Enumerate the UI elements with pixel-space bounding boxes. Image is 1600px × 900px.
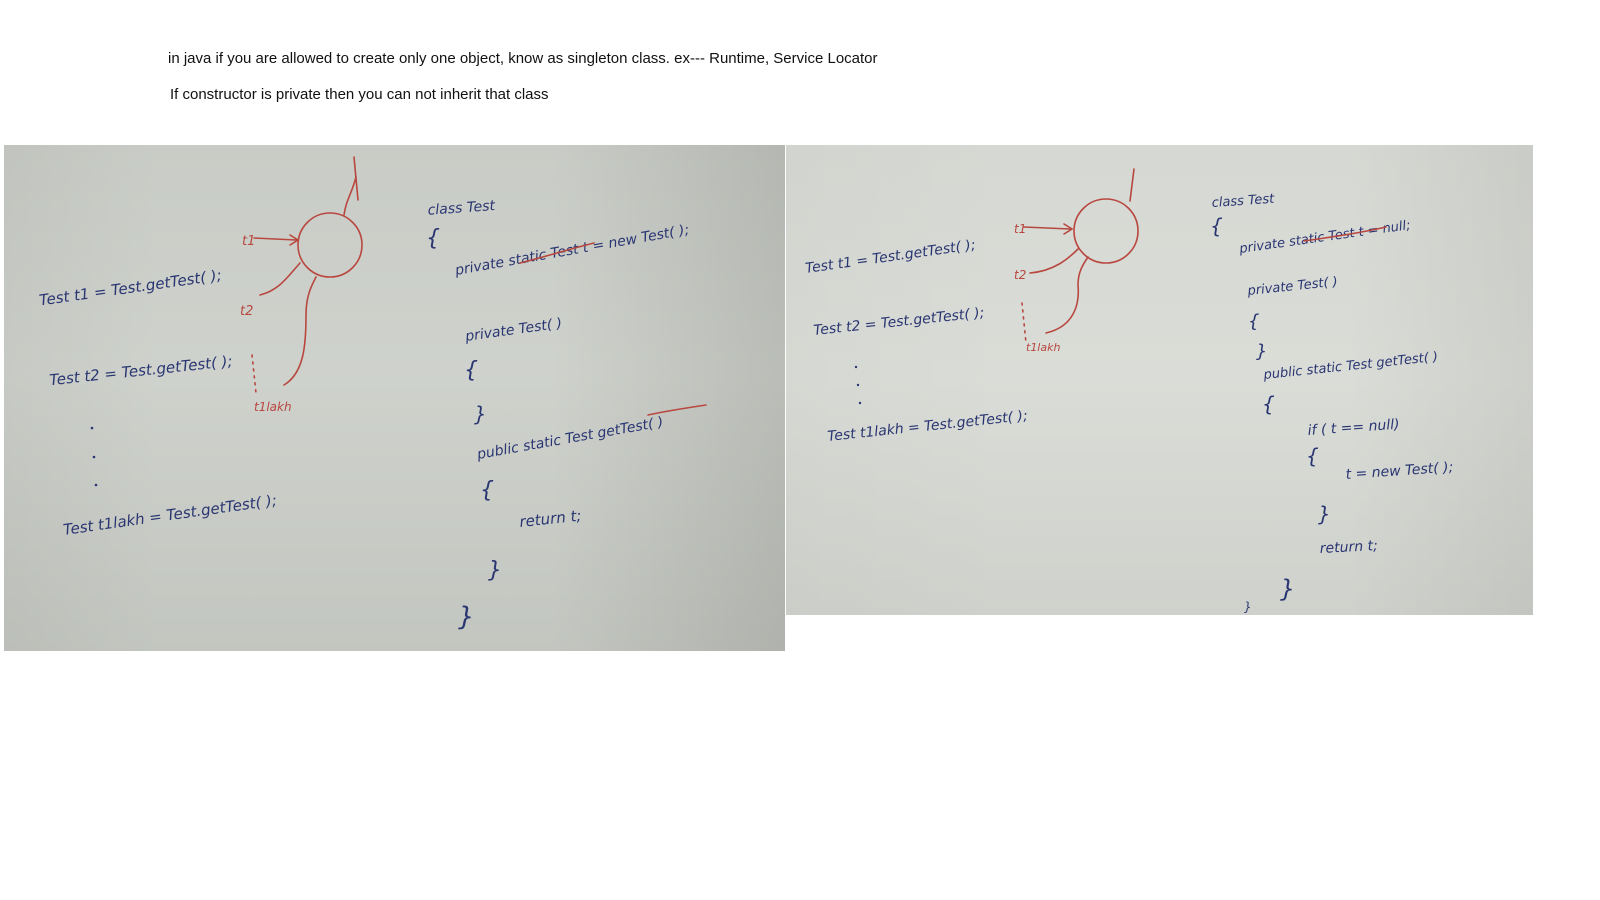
left-caller-line-3: Test t1lakh = Test.getTest( ); [62, 491, 278, 539]
right-code-line-8: { [1262, 392, 1275, 416]
left-caller-line-2: Test t2 = Test.getTest( ); [49, 352, 234, 389]
left-code-line-8: { [480, 478, 494, 503]
left-code-line-1: class Test [427, 198, 496, 219]
right-ref-label-t1: t1 [1014, 222, 1026, 236]
right-caller-line-2: Test t2 = Test.getTest( ); [813, 305, 985, 339]
whiteboard-left-drawing: Test t1 = Test.getTest( ); Test t2 = Tes… [38, 156, 707, 632]
left-code-line-11: } [458, 602, 475, 632]
left-ref-label-t2: t2 [240, 304, 253, 319]
note-singleton-definition: in java if you are allowed to create onl… [168, 50, 878, 67]
right-code-line-11: t = new Test( ); [1345, 460, 1454, 483]
right-code-line-13: return t; [1319, 538, 1378, 557]
right-object-diagram [1021, 168, 1139, 344]
right-code-line-12: } [1318, 502, 1331, 526]
left-code-line-9: return t; [519, 507, 583, 531]
right-code-line-6: } [1256, 341, 1267, 362]
left-ellipsis-dots [90, 426, 98, 487]
left-code-line-5: { [464, 358, 478, 383]
right-caller-line-1: Test t1 = Test.getTest( ); [804, 237, 976, 277]
right-code-line-5: { [1248, 311, 1259, 332]
left-code-line-2: { [426, 226, 440, 251]
right-code-line-7: public static Test getTest( ) [1262, 350, 1439, 383]
note-private-constructor: If constructor is private then you can n… [170, 86, 549, 103]
left-ref-label-t1: t1 [242, 234, 255, 249]
right-code-line-9: if ( t == null) [1307, 417, 1400, 439]
right-code-line-10: { [1306, 444, 1319, 468]
right-code-line-2: { [1210, 214, 1223, 238]
right-ref-label-t2: t2 [1014, 268, 1026, 282]
left-code-line-10: } [488, 558, 502, 583]
left-ref-label-t1lakh: t1lakh [254, 400, 292, 414]
whiteboard-photo-lazy-singleton: Test t1 = Test.getTest( ); Test t2 = Tes… [786, 145, 1533, 615]
left-caller-line-1: Test t1 = Test.getTest( ); [38, 266, 223, 309]
left-object-diagram [251, 156, 363, 394]
left-code-line-7: public static Test getTest( ) [475, 414, 665, 463]
left-code-line-6: } [474, 402, 487, 426]
right-code-line-15: } [1244, 600, 1252, 614]
right-code-line-4: private Test( ) [1246, 275, 1339, 299]
left-code-line-4: private Test( ) [463, 316, 563, 346]
right-code-line-14: } [1280, 575, 1295, 603]
right-ellipsis-dots [854, 365, 862, 405]
right-ref-label-t1lakh: t1lakh [1026, 341, 1060, 354]
left-code-line-3: private static Test t = new Test( ); [453, 222, 690, 279]
whiteboard-photo-eager-singleton: Test t1 = Test.getTest( ); Test t2 = Tes… [4, 145, 785, 651]
left-gettest-underline [647, 404, 707, 416]
whiteboard-right-drawing: Test t1 = Test.getTest( ); Test t2 = Tes… [804, 168, 1454, 614]
right-caller-line-3: Test t1lakh = Test.getTest( ); [827, 408, 1029, 445]
right-code-line-1: class Test [1211, 192, 1275, 211]
